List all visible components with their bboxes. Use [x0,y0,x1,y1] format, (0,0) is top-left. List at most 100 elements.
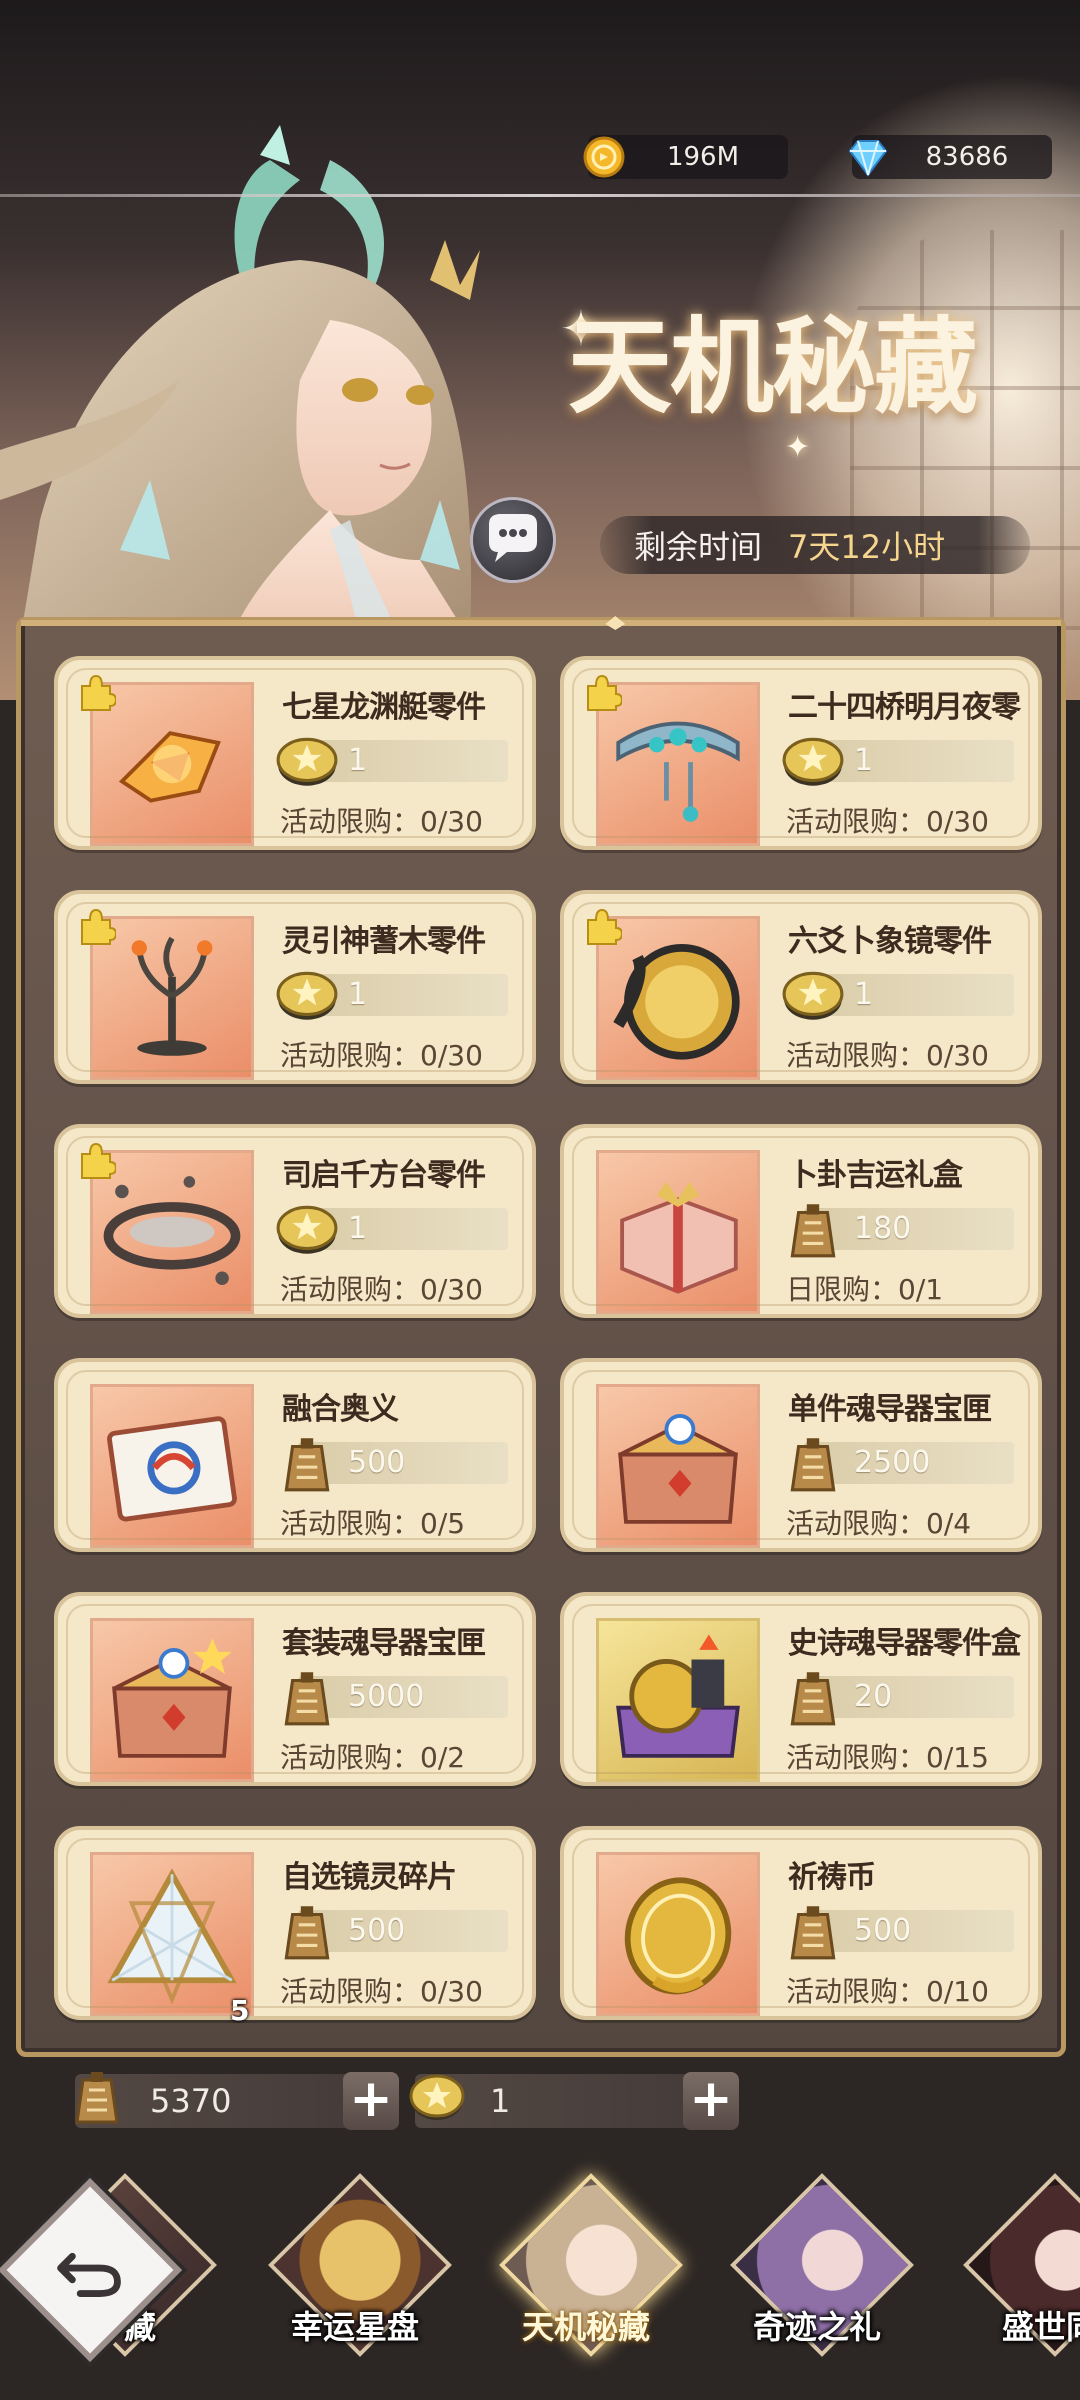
item-name: 卜卦吉运礼盒 [788,1158,963,1193]
tab-lucky-star-plate[interactable]: 幸运星盘 [255,2170,455,2390]
item-price-bar: 1 [298,740,508,782]
item-name: 二十四桥明月夜零 [788,690,1021,725]
star-coin-amount: 1 [490,2082,511,2120]
item-price-bar: 180 [804,1208,1014,1250]
shop-item-card[interactable]: 灵引神蓍木零件 1 活动限购：0/30 [54,890,536,1084]
talisman-amount: 5370 [150,2082,232,2120]
talisman-token-icon [790,1204,836,1258]
qianfang-platform-part-icon [103,1176,241,1285]
star-coin-icon [276,1205,338,1254]
item-price: 180 [854,1211,912,1246]
item-quantity-badge: 5 [230,1994,250,2027]
item-price-bar: 1 [298,1208,508,1250]
talisman-token-icon [790,1438,836,1492]
remaining-time: 剩余时间 7天12小时 [600,516,1030,574]
talisman-token-icon [284,1906,330,1960]
shop-item-card[interactable]: 二十四桥明月夜零 1 活动限购：0/30 [560,656,1042,850]
puzzle-piece-icon [81,674,116,711]
chat-button[interactable] [470,497,556,583]
divination-mirror-part-icon [613,944,740,1060]
item-purchase-limit: 日限购：0/1 [786,1273,944,1306]
item-price: 1 [854,743,874,778]
item-thumbnail[interactable] [596,1150,760,1314]
item-price: 1 [348,743,368,778]
shop-item-card[interactable]: 5 自选镜灵碎片 500 活动限购：0/30 [54,1826,536,2027]
item-purchase-limit: 活动限购：0/30 [280,805,483,838]
add-talisman-button[interactable]: + [343,2072,399,2130]
item-price: 1 [348,977,368,1012]
item-purchase-limit: 活动限购：0/4 [786,1507,972,1540]
remaining-time-label: 剩余时间 [634,528,763,566]
item-purchase-limit: 活动限购：0/2 [280,1741,466,1774]
shop-item-card[interactable]: 卜卦吉运礼盒 180 日限购：0/1 [560,1124,1042,1318]
tab-label: 盛世同 [1001,2308,1080,2346]
item-price-bar: 20 [804,1676,1014,1718]
shop-item-card[interactable]: 套装魂导器宝匣 5000 活动限购：0/2 [54,1592,536,1786]
item-price: 500 [854,1913,912,1948]
shop-item-card[interactable]: 融合奥义 500 活动限购：0/5 [54,1358,536,1552]
tab-label: 幸运星盘 [290,2308,419,2346]
shop-item-card[interactable]: 六爻卜象镜零件 1 活动限购：0/30 [560,890,1042,1084]
talisman-token-icon [75,2072,119,2124]
item-thumbnail[interactable] [90,1852,254,2016]
item-thumbnail[interactable] [90,916,254,1080]
star-coin-icon [782,737,844,786]
talisman-token-icon [284,1438,330,1492]
shop-item-card[interactable]: 祈祷币 500 活动限购：0/10 [560,1826,1042,2020]
mirror-spirit-shard-icon [107,1868,237,2005]
item-price-bar: 5000 [298,1676,508,1718]
gold-currency: 196M [583,135,788,179]
talisman-token-icon [790,1672,836,1726]
diamond-currency: 83686 [848,135,1052,179]
item-thumbnail[interactable] [596,1852,760,2016]
item-thumbnail[interactable] [596,682,760,846]
shop-item-card[interactable]: 司启千方台零件 1 活动限购：0/30 [54,1124,536,1318]
item-purchase-limit: 活动限购：0/5 [280,1507,466,1540]
item-name: 司启千方台零件 [282,1158,486,1193]
item-thumbnail[interactable] [90,1618,254,1782]
tab-miracle-gift[interactable]: 奇迹之礼 [717,2170,917,2390]
item-purchase-limit: 活动限购：0/10 [786,1975,989,2008]
soul-device-chest-icon [618,1413,738,1524]
panel-ornament [21,616,1061,630]
puzzle-piece-icon [587,674,622,711]
prayer-coin-icon [624,1877,732,1995]
talisman-token-icon [284,1672,330,1726]
shop-item-card[interactable]: 七星龙渊艇零件 1 活动限购：0/30 [54,656,536,850]
back-arrow-icon [57,2252,121,2297]
item-name: 史诗魂导器零件盒 [788,1626,1021,1661]
item-thumbnail[interactable] [90,1150,254,1314]
puzzle-piece-icon [587,908,622,945]
shop-item-card[interactable]: 史诗魂导器零件盒 20 活动限购：0/15 [560,1592,1042,1786]
lucky-gift-box-icon [620,1181,738,1294]
add-star-coin-button[interactable]: + [683,2072,739,2130]
diamond-amount: 83686 [925,142,1009,172]
item-name: 六爻卜象镜零件 [788,924,992,959]
item-thumbnail[interactable] [596,916,760,1080]
epic-parts-box-icon [616,1634,740,1758]
item-purchase-limit: 活动限购：0/30 [280,1975,483,2008]
tab-tianji-treasure[interactable]: 天机秘藏 [486,2170,686,2390]
item-purchase-limit: 活动限购：0/30 [280,1273,483,1306]
moon-bridge-part-icon [616,721,740,822]
item-thumbnail[interactable] [596,1618,760,1782]
tab-label: 奇迹之礼 [752,2308,881,2346]
tab-label: 天机秘藏 [521,2308,650,2346]
item-thumbnail[interactable] [596,1384,760,1548]
tab-prosperous-era[interactable]: 盛世同 [950,2170,1080,2390]
item-name: 单件魂导器宝匣 [788,1392,992,1427]
item-purchase-limit: 活动限购：0/30 [280,1039,483,1072]
item-thumbnail[interactable] [90,1384,254,1548]
item-thumbnail[interactable] [90,682,254,846]
item-name: 自选镜灵碎片 [282,1860,457,1895]
star-coin-icon [276,971,338,1020]
item-price-bar: 1 [804,974,1014,1016]
gold-amount: 196M [666,142,740,172]
set-soul-device-chest-icon [112,1638,232,1758]
item-name: 套装魂导器宝匣 [282,1626,486,1661]
divine-yarrow-part-icon [131,936,213,1056]
shop-item-card[interactable]: 单件魂导器宝匣 2500 活动限购：0/4 [560,1358,1042,1552]
item-price: 5000 [348,1679,425,1714]
item-price: 500 [348,1913,406,1948]
item-price-bar: 1 [804,740,1014,782]
